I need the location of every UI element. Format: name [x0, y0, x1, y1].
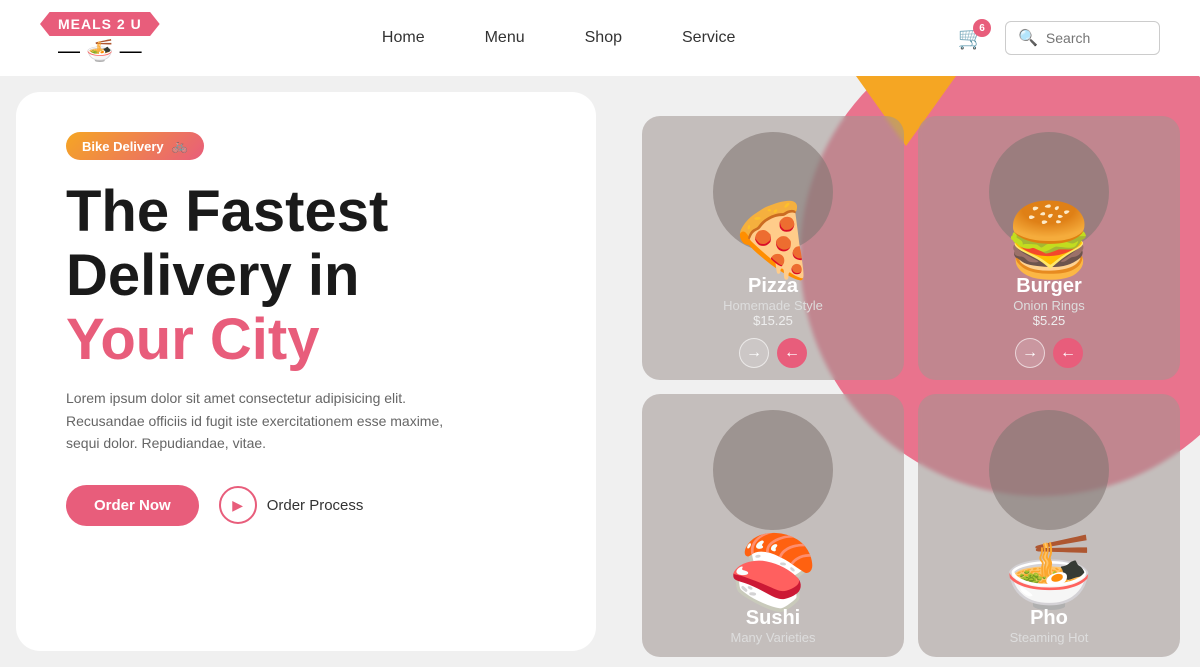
pizza-price: $15.25 — [723, 313, 823, 328]
nav-item-home[interactable]: Home — [382, 29, 425, 47]
food-card-pho: 🍜 Pho Steaming Hot — [918, 394, 1180, 658]
pizza-next-button[interactable]: → — [739, 338, 769, 368]
burger-price: $5.25 — [1013, 313, 1085, 328]
pho-info: Pho Steaming Hot — [1010, 599, 1089, 645]
logo-badge: Meals 2 U — [40, 12, 160, 36]
order-now-button[interactable]: Order Now — [66, 485, 199, 526]
burger-next-button[interactable]: → — [1015, 338, 1045, 368]
right-panel: 🍕 Pizza Homemade Style $15.25 → ← 🍔 Burg… — [612, 76, 1200, 667]
food-card-burger: 🍔 Burger Onion Rings $5.25 → ← — [918, 116, 1180, 380]
burger-prev-button[interactable]: ← — [1053, 338, 1083, 368]
hero-title: The Fastest Delivery in Your City — [66, 180, 546, 371]
left-panel: Bike Delivery 🚲 The Fastest Delivery in … — [16, 92, 596, 651]
navbar: Meals 2 U — 🍜 — Home Menu Shop Service 🛒… — [0, 0, 1200, 76]
nav-links: Home Menu Shop Service — [382, 29, 735, 47]
search-box[interactable]: 🔍 — [1005, 21, 1160, 55]
cart-badge: 6 — [973, 19, 991, 37]
bike-icon: 🚲 — [172, 138, 188, 154]
food-grid: 🍕 Pizza Homemade Style $15.25 → ← 🍔 Burg… — [622, 96, 1200, 667]
pizza-info: Pizza Homemade Style $15.25 — [723, 267, 823, 332]
burger-name: Burger — [1013, 275, 1085, 298]
sushi-info: Sushi Many Varieties — [730, 599, 815, 645]
play-icon: ▶ — [219, 486, 257, 524]
hero-description: Lorem ipsum dolor sit amet consectetur a… — [66, 387, 466, 454]
pizza-subtitle: Homemade Style — [723, 298, 823, 313]
sushi-circle-bg — [713, 410, 833, 530]
pizza-actions: → ← — [739, 338, 807, 368]
cart-icon[interactable]: 🛒 6 — [958, 25, 985, 51]
search-icon: 🔍 — [1018, 28, 1038, 48]
burger-actions: → ← — [1015, 338, 1083, 368]
sushi-subtitle: Many Varieties — [730, 630, 815, 645]
pizza-name: Pizza — [723, 275, 823, 298]
bike-badge: Bike Delivery 🚲 — [66, 132, 204, 160]
nav-item-menu[interactable]: Menu — [485, 29, 525, 47]
order-process-button[interactable]: ▶ Order Process — [219, 486, 364, 524]
nav-item-service[interactable]: Service — [682, 29, 735, 47]
logo[interactable]: Meals 2 U — 🍜 — — [40, 12, 160, 64]
sushi-name: Sushi — [730, 607, 815, 630]
pho-name: Pho — [1010, 607, 1089, 630]
pho-subtitle: Steaming Hot — [1010, 630, 1089, 645]
cta-row: Order Now ▶ Order Process — [66, 485, 546, 526]
food-card-sushi: 🍣 Sushi Many Varieties — [642, 394, 904, 658]
burger-info: Burger Onion Rings $5.25 — [1013, 267, 1085, 332]
logo-icon: — 🍜 — — [58, 38, 142, 64]
nav-item-shop[interactable]: Shop — [585, 29, 622, 47]
nav-right: 🛒 6 🔍 — [958, 21, 1160, 55]
bike-badge-label: Bike Delivery — [82, 139, 164, 154]
food-card-pizza: 🍕 Pizza Homemade Style $15.25 → ← — [642, 116, 904, 380]
pho-circle-bg — [989, 410, 1109, 530]
main-area: Bike Delivery 🚲 The Fastest Delivery in … — [0, 76, 1200, 667]
search-input[interactable] — [1046, 30, 1147, 46]
burger-subtitle: Onion Rings — [1013, 298, 1085, 313]
pizza-prev-button[interactable]: ← — [777, 338, 807, 368]
